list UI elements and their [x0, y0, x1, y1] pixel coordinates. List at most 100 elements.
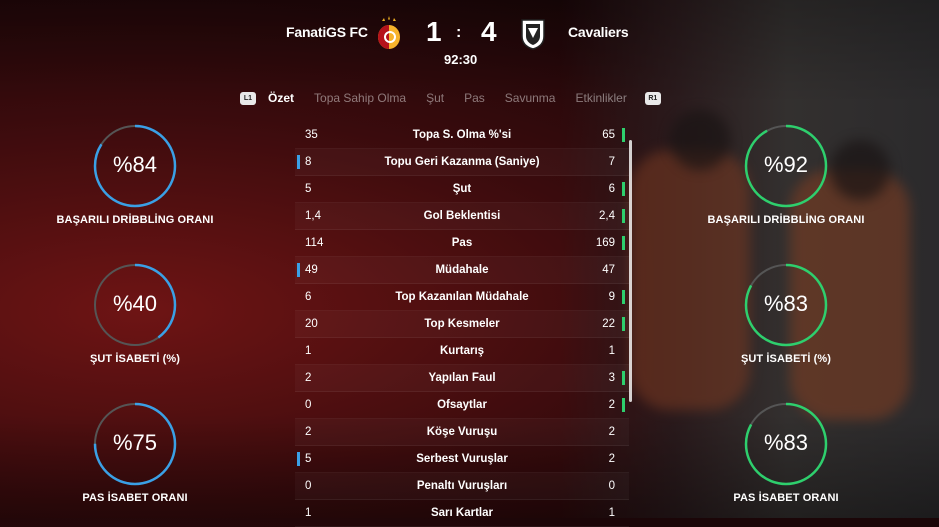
stat-label: Köşe Vuruşu: [426, 426, 498, 438]
away-team-name: Cavaliers: [568, 24, 629, 40]
stat-away-value: 7: [608, 156, 615, 168]
stat-label: Sarı Kartlar: [430, 507, 493, 519]
stat-home-value: 5: [305, 183, 312, 195]
stat-home-value: 2: [305, 372, 312, 384]
ring-label: BAŞARILI DRİBBLİNG ORANI: [707, 214, 865, 226]
tab-sut[interactable]: Şut: [426, 91, 444, 105]
ring-label: PAS İSABET ORANI: [733, 492, 839, 504]
away-pass-accuracy-card: %83 PAS İSABET ORANI: [696, 402, 876, 504]
ring-label: PAS İSABET ORANI: [82, 492, 188, 504]
shot-accuracy-ring: %83: [744, 263, 828, 347]
stat-row: 2 Yapılan Faul 3: [295, 365, 629, 392]
stats-scrollbar[interactable]: [629, 140, 632, 402]
pass-accuracy-ring: %75: [93, 402, 177, 486]
r1-button-hint[interactable]: R1: [644, 91, 661, 105]
home-pass-accuracy-card: %75 PAS İSABET ORANI: [45, 402, 225, 504]
ring-label: ŞUT İSABETİ (%): [89, 353, 181, 365]
stat-away-value: 6: [608, 183, 615, 195]
away-score: 4: [481, 16, 497, 47]
stat-label: Top Kesmeler: [424, 318, 500, 330]
stat-away-value: 0: [608, 480, 615, 492]
away-dribbling-card: %92 BAŞARILI DRİBBLİNG ORANI: [696, 124, 876, 226]
tab-ozet[interactable]: Özet: [268, 91, 294, 105]
stat-away-value: 169: [595, 237, 615, 249]
tab-etkinlikler[interactable]: Etkinlikler: [575, 91, 626, 105]
stat-home-value: 1: [305, 507, 312, 519]
stat-home-value: 0: [305, 480, 312, 492]
stat-row: 8 Topu Geri Kazanma (Saniye) 7: [295, 149, 629, 176]
away-shot-accuracy-card: %83 ŞUT İSABETİ (%): [696, 263, 876, 365]
stat-away-value: 2: [608, 426, 615, 438]
stat-label: Pas: [451, 237, 473, 249]
ring-value: %92: [763, 152, 809, 177]
away-team-crest-icon: [520, 16, 546, 50]
away-leader-marker: [622, 209, 625, 223]
stat-away-value: 1: [608, 507, 615, 519]
stat-away-value: 9: [608, 291, 615, 303]
stat-row: 1 Kurtarış 1: [295, 338, 629, 365]
stat-home-value: 20: [305, 318, 318, 330]
stat-label: Top Kazanılan Müdahale: [395, 291, 529, 303]
stat-away-value: 22: [602, 318, 615, 330]
stat-row: 49 Müdahale 47: [295, 257, 629, 284]
l1-button-hint[interactable]: L1: [240, 91, 256, 105]
away-leader-marker: [622, 290, 625, 304]
stat-label: Yapılan Faul: [428, 372, 496, 384]
tab-topa-sahip-olma[interactable]: Topa Sahip Olma: [314, 91, 406, 105]
stat-row: 0 Ofsaytlar 2: [295, 392, 629, 419]
ring-value: %83: [763, 291, 809, 316]
stat-away-value: 3: [608, 372, 615, 384]
pass-accuracy-ring: %83: [744, 402, 828, 486]
stat-home-value: 0: [305, 399, 312, 411]
stat-home-value: 35: [305, 129, 318, 141]
home-team-name: FanatiGS FC: [286, 24, 368, 40]
ring-value: %84: [112, 152, 158, 177]
stat-label: Penaltı Vuruşları: [416, 480, 508, 492]
ring-label: ŞUT İSABETİ (%): [740, 353, 832, 365]
stat-home-value: 1: [305, 345, 312, 357]
stat-away-value: 1: [608, 345, 615, 357]
stat-row: 0 Penaltı Vuruşları 0: [295, 473, 629, 500]
stat-away-value: 2: [608, 399, 615, 411]
stat-home-value: 114: [305, 237, 324, 249]
stat-row: 5 Serbest Vuruşlar 2: [295, 446, 629, 473]
stat-label: Topa S. Olma %'si: [412, 129, 512, 141]
stat-home-value: 8: [305, 156, 312, 168]
stat-label: Topu Geri Kazanma (Saniye): [384, 156, 540, 168]
stat-label: Şut: [452, 183, 472, 195]
tab-savunma[interactable]: Savunma: [505, 91, 556, 105]
stat-away-value: 2: [608, 453, 615, 465]
ring-value: %83: [763, 430, 809, 455]
stat-row: 1,4 Gol Beklentisi 2,4: [295, 203, 629, 230]
stat-home-value: 6: [305, 291, 312, 303]
home-shot-accuracy-card: %40 ŞUT İSABETİ (%): [45, 263, 225, 365]
home-leader-marker: [297, 155, 300, 169]
stats-table: 35 Topa S. Olma %'si 65 8 Topu Geri Kazanma …: [295, 122, 629, 527]
stat-label: Serbest Vuruşlar: [416, 453, 508, 465]
away-leader-marker: [622, 128, 625, 142]
ring-value: %75: [112, 430, 158, 455]
stat-home-value: 1,4: [305, 210, 321, 222]
dribbling-ring: %92: [744, 124, 828, 208]
stat-row: 5 Şut 6: [295, 176, 629, 203]
stat-label: Müdahale: [435, 264, 489, 276]
home-leader-marker: [297, 452, 300, 466]
tab-pas[interactable]: Pas: [464, 91, 485, 105]
dribbling-ring: %84: [93, 124, 177, 208]
stat-label: Ofsaytlar: [437, 399, 487, 411]
stat-home-value: 49: [305, 264, 318, 276]
home-score: 1: [426, 16, 442, 47]
stat-row: 6 Top Kazanılan Müdahale 9: [295, 284, 629, 311]
stat-away-value: 65: [602, 129, 615, 141]
away-leader-marker: [622, 371, 625, 385]
stat-row: 114 Pas 169: [295, 230, 629, 257]
away-leader-marker: [622, 398, 625, 412]
stats-tab-bar: L1 Özet Topa Sahip Olma Şut Pas Savunma …: [240, 90, 661, 106]
stat-row: 1 Sarı Kartlar 1: [295, 500, 629, 527]
score-separator: :: [456, 24, 462, 41]
stat-row: 20 Top Kesmeler 22: [295, 311, 629, 338]
stat-row: 35 Topa S. Olma %'si 65: [295, 122, 629, 149]
ring-value: %40: [112, 291, 158, 316]
shot-accuracy-ring: %40: [93, 263, 177, 347]
stat-home-value: 2: [305, 426, 312, 438]
